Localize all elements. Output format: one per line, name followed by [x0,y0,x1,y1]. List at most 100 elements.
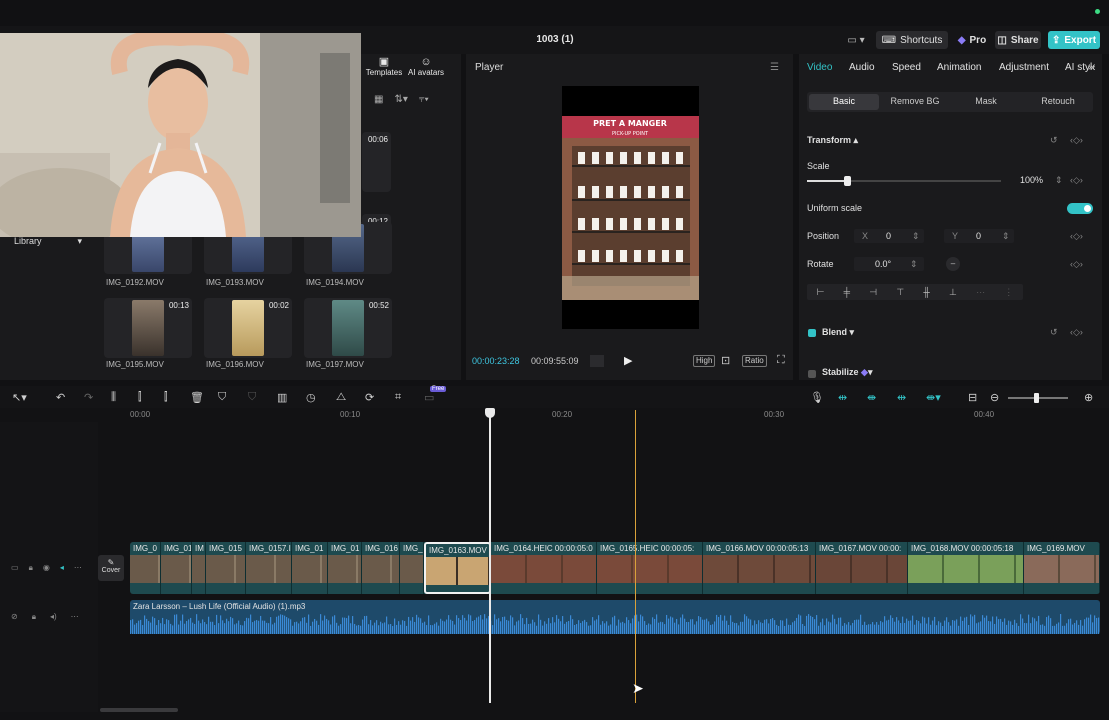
split-right-icon[interactable]: ⫿ [164,391,168,404]
ratio-button[interactable]: Ratio [742,355,767,367]
media-item[interactable]: 00:02 [204,298,292,358]
undo-icon[interactable]: ↶ [56,391,65,404]
sort-icon[interactable]: ⇅▾ [394,94,407,108]
subtab-retouch[interactable]: Retouch [1024,96,1092,106]
snapshot-icon[interactable]: ⊡ [721,354,730,367]
distribute-h-icon[interactable]: ⋯ [976,287,985,298]
align-top-icon[interactable]: ⊤ [896,287,904,298]
timeline-clip[interactable]: IMG_0164.HEIC 00:00:05:0 [491,542,597,594]
rotate-icon[interactable]: ⟳ [365,391,374,404]
select-tool-icon[interactable]: ↖▾ [12,391,27,404]
playhead[interactable] [489,408,491,703]
timeline-clip[interactable]: IMG_0168.MOV 00:00:05:18 [908,542,1024,594]
timeline-clip[interactable]: IMG_ [400,542,424,594]
library-dropdown[interactable]: Library ▾ [8,236,88,250]
fullscreen-icon[interactable]: ⛶ [777,354,785,367]
chevron-down-icon[interactable]: ▾ [850,327,855,337]
cover-button[interactable]: ✎ Cover [98,555,124,581]
time-ruler[interactable]: 00:00 00:10 00:20 00:30 00:40 [130,410,1100,422]
crop-icon[interactable]: ⌗ [395,391,401,404]
link-clips-icon[interactable]: ⇹ [838,391,847,404]
timecode-icon[interactable] [590,355,604,367]
more-icon[interactable]: ⋯ [74,563,82,573]
export-button[interactable]: ⇪ Export [1048,31,1100,49]
preview-axis-icon[interactable]: ⇼▾ [926,391,941,404]
split-icon[interactable]: ⫼ [111,391,116,404]
align-center-v-icon[interactable]: ╫ [923,287,929,297]
align-left-icon[interactable]: ⊢ [817,287,825,298]
redo-icon[interactable]: ↷ [84,391,93,404]
timeline-clip[interactable]: IMG_015 [206,542,246,594]
tab-animation[interactable]: Animation [937,62,981,73]
timeline-clip[interactable]: IMG_0166.MOV 00:00:05:13 [703,542,816,594]
microphone-icon[interactable]: 🎙 [810,391,824,404]
eye-icon[interactable]: ◉ [43,563,50,573]
timeline-clip[interactable]: IMG_01 [328,542,362,594]
zoom-slider-handle[interactable] [1034,393,1039,403]
speed-icon[interactable]: ◷ [306,391,316,404]
uniform-scale-toggle[interactable] [1067,203,1093,214]
linkage-icon[interactable]: ⇹ [897,391,906,404]
zoom-in-icon[interactable]: ⊕ [1084,391,1093,404]
keyframe-icon[interactable]: ‹◇› [1070,175,1083,186]
keyframe-icon[interactable]: ‹◇› [1070,231,1083,242]
shield-icon[interactable]: ⛉ [248,391,256,404]
tab-ai-avatars[interactable]: ☺ AI avatars [404,56,448,77]
video-track[interactable]: IMG_0 IMG_01 IM IMG_015 IMG_0157.I IMG_0… [130,542,1100,594]
lock-icon[interactable]: 🔒︎ [29,563,33,573]
blend-checkbox[interactable] [808,329,816,337]
menu-icon[interactable]: ☰ [770,62,779,73]
stepper-icon[interactable]: ⇕ [1002,231,1010,242]
layout-button[interactable]: ▭ ▾ [843,31,869,49]
volume-icon[interactable]: ◂) [50,612,57,622]
tab-speed[interactable]: Speed [892,62,921,73]
subtab-remove-bg[interactable]: Remove BG [882,96,948,106]
position-x-value[interactable]: 0 [886,231,891,241]
auto-reframe-icon[interactable]: ▭ [424,391,434,404]
horizontal-scrollbar[interactable] [100,708,178,712]
stabilize-checkbox[interactable] [808,370,816,378]
subtab-basic[interactable]: Basic [809,96,879,106]
snap-icon[interactable]: ⇼ [867,391,876,404]
timeline-clip[interactable]: IMG_0165.HEIC 00:00:05: [597,542,703,594]
stepper-icon[interactable]: ⇕ [1055,175,1063,186]
align-center-h-icon[interactable]: ╪ [844,287,850,297]
tab-audio[interactable]: Audio [849,62,875,73]
timeline-clip[interactable]: IMG_0167.MOV 00:00: [816,542,908,594]
filter-icon[interactable]: ⫧▾ [419,94,429,108]
keyframe-icon[interactable]: ‹◇› [1070,259,1083,270]
chevron-up-icon[interactable]: ▴ [854,135,859,145]
media-item[interactable]: 00:52 [304,298,392,358]
stepper-icon[interactable]: ⇕ [912,231,920,242]
play-button[interactable]: ▶ [624,354,632,367]
timeline-clip[interactable]: IMG_0169.MOV [1024,542,1100,594]
timeline-clip-selected[interactable]: IMG_0163.MOV [424,542,491,594]
distribute-v-icon[interactable]: ⋮ [1004,287,1013,298]
grid-view-icon[interactable]: ▦ [374,94,383,108]
delete-icon[interactable]: 🗑 [190,391,204,404]
rotate-dial-icon[interactable]: – [946,257,960,271]
mirror-icon[interactable]: ⧍ [336,391,346,404]
align-right-icon[interactable]: ⊣ [869,287,877,298]
subtab-mask[interactable]: Mask [955,96,1017,106]
split-left-icon[interactable]: ⫿ [138,391,142,404]
align-bottom-icon[interactable]: ⊥ [949,287,957,298]
chevron-down-icon[interactable]: ▾ [868,367,873,377]
timeline-clip[interactable]: IMG_0 [130,542,161,594]
position-y-value[interactable]: 0 [976,231,981,241]
timeline-clip[interactable]: IMG_016 [362,542,400,594]
timeline-clip[interactable]: IMG_01 [292,542,328,594]
media-item[interactable]: 00:13 [104,298,192,358]
stepper-icon[interactable]: ⇕ [910,259,918,270]
timeline-clip[interactable]: IM [192,542,206,594]
more-icon[interactable]: ⋯ [71,612,79,622]
mark-icon[interactable]: ⛉ [218,391,226,404]
timeline-clip[interactable]: IMG_0157.I [246,542,292,594]
pro-button[interactable]: ◆ Pro [955,31,989,49]
scale-value[interactable]: 100% [1020,175,1043,185]
keyframe-icon[interactable]: ‹◇› [1070,327,1083,338]
lock-icon[interactable]: 🔒︎ [32,612,36,622]
share-button[interactable]: ◫ Share [995,31,1041,49]
keyframe-icon[interactable]: ‹◇› [1070,135,1083,146]
freeze-icon[interactable]: ▥ [277,391,287,404]
